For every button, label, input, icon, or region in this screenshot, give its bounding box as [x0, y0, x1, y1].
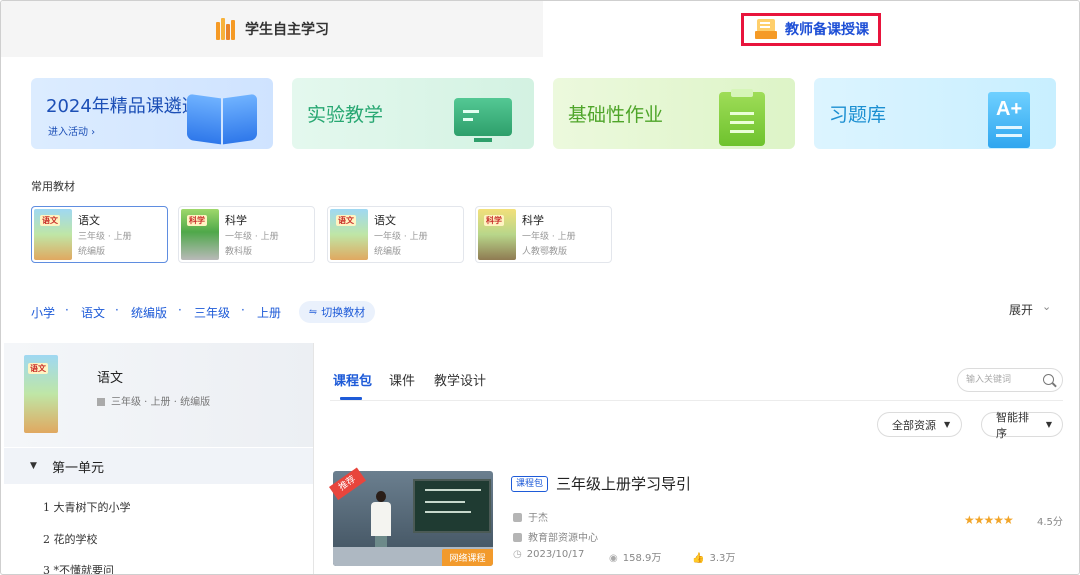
textbook-grade: 一年级 · 上册: [225, 232, 279, 242]
textbook-cover: 语文: [330, 209, 368, 260]
tab-teaching-design[interactable]: 教学设计: [434, 370, 486, 389]
book-icon: [97, 398, 105, 406]
sort-dropdown[interactable]: 智能排序 ▼: [981, 411, 1063, 440]
app-frame: 学生自主学习 教师备课授课 2024年精品课遴选 进入活动 › 实验教学 基础性…: [0, 0, 1080, 575]
tab-course-package[interactable]: 课程包: [333, 370, 372, 389]
textbook-title: 语文: [374, 214, 396, 227]
banner-title: 基础性作业: [568, 104, 664, 126]
caret-down-icon: ▼: [30, 461, 37, 471]
grade-document-icon: A+: [988, 92, 1030, 148]
teacher-image: [371, 491, 391, 551]
textbook-title: 语文: [97, 371, 124, 386]
clock-icon: ◷: [513, 549, 522, 560]
tab-student-label: 学生自主学习: [245, 22, 329, 38]
chevron-down-icon[interactable]: ⌄: [1042, 300, 1051, 313]
books-icon: [215, 18, 237, 40]
eye-icon: ◉: [609, 553, 618, 564]
textbook-grade: 一年级 · 上册: [374, 232, 428, 242]
lesson-item[interactable]: 3 *不懂就要问: [43, 562, 114, 574]
rating-stars: ★★★★★: [964, 513, 1014, 527]
banner-title: 2024年精品课遴选: [46, 96, 200, 117]
tab-courseware[interactable]: 课件: [389, 370, 415, 389]
microscope-monitor-icon: [454, 98, 512, 144]
textbook-header: 语文 语文 三年级 · 上册 · 统编版: [4, 343, 313, 447]
switch-textbook-label: 切换教材: [321, 306, 366, 319]
thumbs-up-icon: 👍: [692, 553, 705, 564]
textbook-meta: 三年级 · 上册 · 统编版: [97, 393, 210, 408]
textbook-cover: 语文: [24, 355, 58, 433]
lesson-item[interactable]: 1 大青树下的小学: [43, 499, 131, 515]
banner-title: 实验教学: [307, 104, 384, 126]
textbook-cover: 科学: [478, 209, 516, 260]
textbook-cover: 科学: [181, 209, 219, 260]
textbook-edition: 统编版: [374, 247, 402, 257]
textbook-title: 科学: [522, 214, 544, 227]
switch-textbook-button[interactable]: ⇋ 切换教材: [299, 301, 375, 323]
textbook-card[interactable]: 科学 科学 一年级 · 上册 教科版: [178, 206, 315, 263]
breadcrumb-volume[interactable]: 上册: [257, 304, 281, 321]
breadcrumb-separator: ·: [65, 303, 69, 317]
blackboard-image: [413, 479, 491, 533]
banner-question-bank[interactable]: 习题库 A+: [814, 78, 1056, 149]
breadcrumb-separator: ·: [178, 303, 182, 317]
banner-experiment-teaching[interactable]: 实验教学: [292, 78, 534, 149]
course-likes: 👍 3.3万: [692, 553, 736, 564]
textbook-edition: 教科版: [225, 247, 253, 257]
course-type-tag: 课程包: [511, 476, 549, 492]
search-box: [957, 368, 1063, 392]
course-date: ◷ 2023/10/17: [513, 549, 585, 560]
banner-title: 习题库: [829, 104, 887, 126]
unit-row[interactable]: ▼ 第一单元: [4, 448, 313, 484]
enter-activity-link[interactable]: 进入活动 ›: [48, 123, 95, 138]
breadcrumb-stage[interactable]: 小学: [31, 304, 55, 321]
textbook-edition: 人教鄂教版: [522, 247, 568, 257]
tab-student-self-study[interactable]: 学生自主学习: [1, 1, 543, 57]
building-icon: [513, 533, 522, 542]
breadcrumb-separator: ·: [115, 303, 119, 317]
network-course-badge: 网络课程: [442, 549, 493, 566]
banner-basic-homework[interactable]: 基础性作业: [553, 78, 795, 149]
open-book-icon: [187, 93, 259, 145]
sort-label: 智能排序: [996, 410, 1029, 440]
textbook-card[interactable]: 科学 科学 一年级 · 上册 人教鄂教版: [475, 206, 612, 263]
textbook-title: 语文: [78, 214, 100, 227]
caret-down-icon: ▼: [944, 420, 951, 429]
tabs-divider: [330, 400, 1063, 401]
resource-filter-dropdown[interactable]: 全部资源 ▼: [877, 412, 962, 437]
resource-filter-label: 全部资源: [892, 418, 936, 432]
unit-title: 第一单元: [52, 461, 105, 476]
breadcrumb-edition[interactable]: 统编版: [131, 304, 167, 321]
breadcrumb-subject[interactable]: 语文: [81, 304, 105, 321]
textbook-edition: 统编版: [78, 247, 106, 257]
highlight-box: [741, 13, 881, 46]
caret-down-icon: ▼: [1045, 420, 1052, 429]
panel-divider: [313, 343, 314, 574]
course-title[interactable]: 三年级上册学习导引: [556, 473, 691, 494]
search-icon[interactable]: [1043, 374, 1054, 385]
textbook-cover: 语文: [34, 209, 72, 260]
textbook-title: 科学: [225, 214, 247, 227]
textbook-card[interactable]: 语文 语文 三年级 · 上册 统编版: [31, 206, 168, 263]
course-org: 教育部资源中心: [513, 529, 598, 544]
textbook-card[interactable]: 语文 语文 一年级 · 上册 统编版: [327, 206, 464, 263]
breadcrumb-separator: ·: [241, 303, 245, 317]
textbook-grade: 三年级 · 上册: [78, 232, 132, 242]
textbook-grade: 一年级 · 上册: [522, 232, 576, 242]
course-author: 于杰: [513, 509, 548, 524]
swap-icon: ⇋: [308, 306, 318, 318]
person-icon: [513, 513, 522, 522]
search-input[interactable]: [966, 372, 1042, 388]
banner-featured-courses[interactable]: 2024年精品课遴选 进入活动 ›: [31, 78, 273, 149]
course-views: ◉ 158.9万: [609, 553, 662, 564]
clipboard-icon: [719, 89, 765, 146]
rating-score: 4.5分: [1037, 517, 1063, 528]
common-textbooks-label: 常用教材: [31, 180, 75, 193]
lesson-item[interactable]: 2 花的学校: [43, 531, 98, 547]
expand-button[interactable]: 展开: [1009, 301, 1033, 318]
breadcrumb-grade[interactable]: 三年级: [194, 304, 230, 321]
